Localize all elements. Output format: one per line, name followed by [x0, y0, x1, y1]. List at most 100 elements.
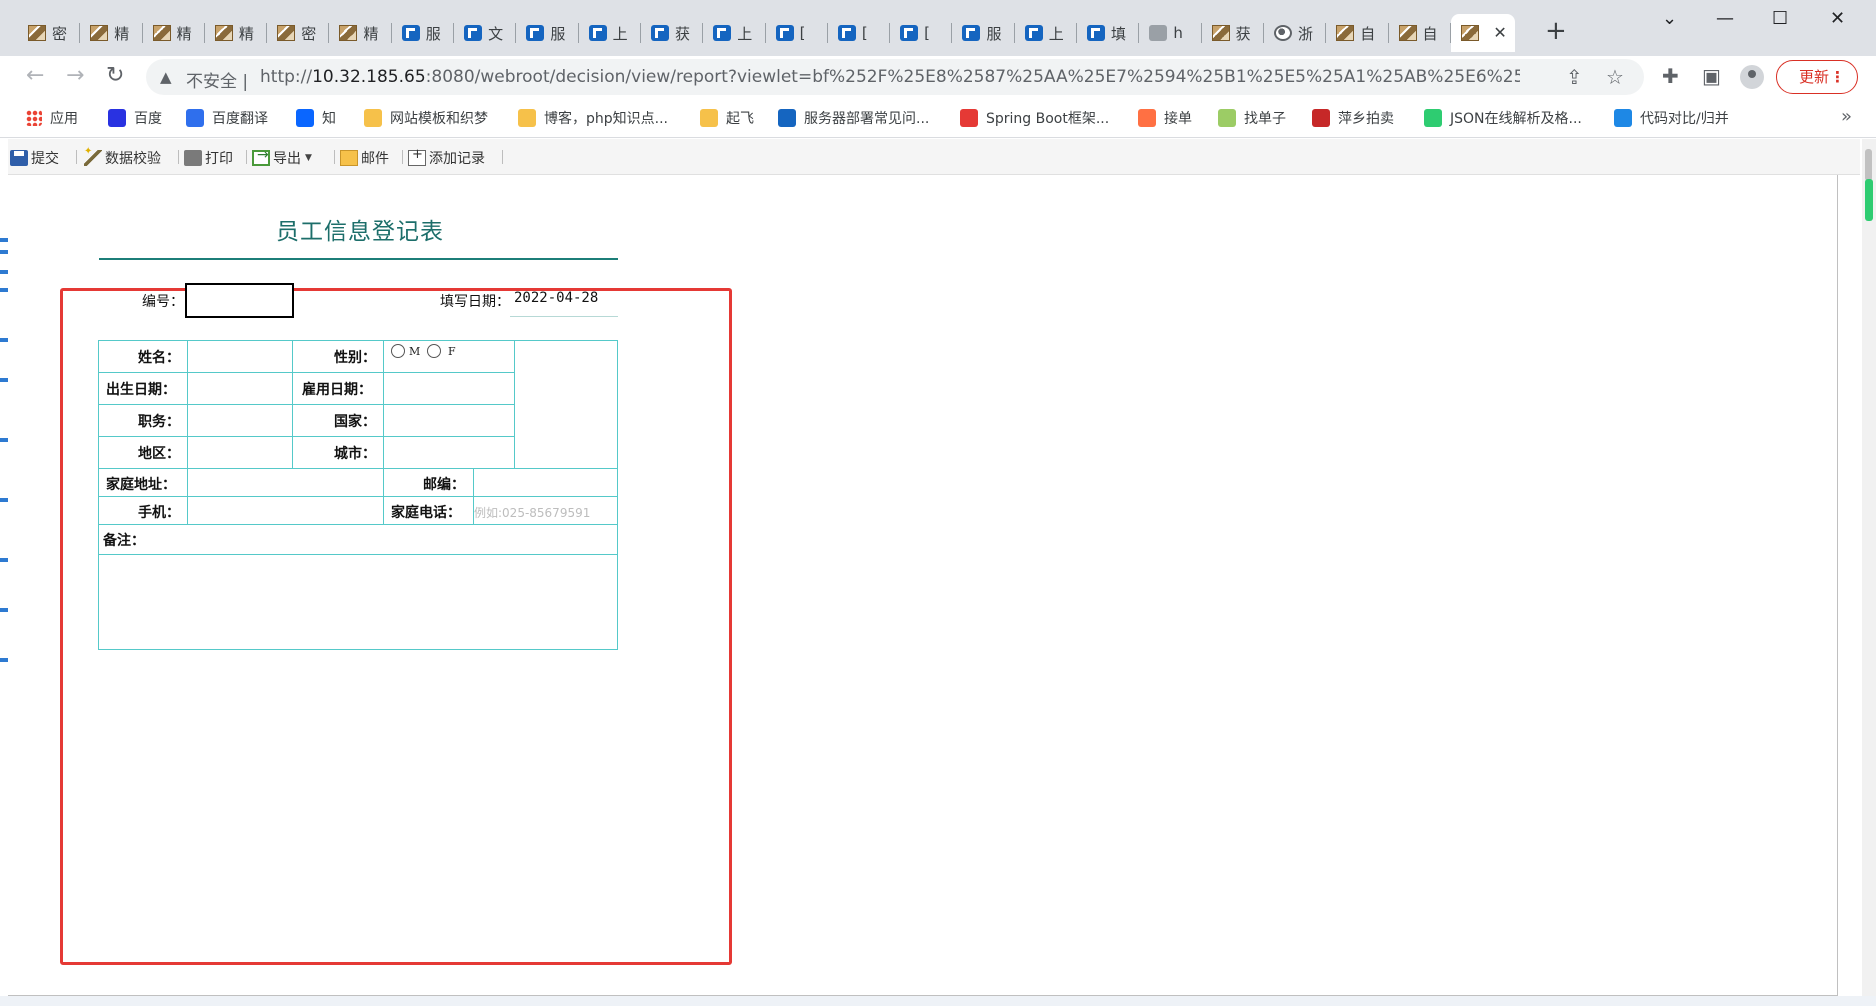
maximize-button[interactable]: ☐ — [1772, 8, 1788, 29]
submit-label: 提交 — [31, 151, 59, 167]
gender-radio-f[interactable] — [427, 344, 441, 358]
browser-tab[interactable]: h — [1139, 14, 1202, 52]
bookmark-item[interactable]: 知 — [296, 108, 336, 128]
browser-tab[interactable]: 精 — [205, 14, 268, 52]
address-bar[interactable]: ▲ 不安全 | http://10.32.185.65:8080/webroot… — [146, 59, 1644, 95]
remarks-field[interactable] — [99, 555, 617, 649]
url-text[interactable]: http://10.32.185.65:8080/webroot/decisio… — [260, 67, 1520, 87]
bookmark-item[interactable]: 找单子 — [1218, 108, 1286, 128]
browser-tab[interactable]: 获 — [1202, 14, 1264, 52]
browser-tab[interactable]: 填 — [1077, 14, 1140, 52]
bookmark-item[interactable]: 应用 — [26, 108, 78, 128]
tab-title: 自 — [1360, 24, 1376, 43]
browser-tab[interactable]: 浙 — [1264, 14, 1327, 52]
browser-tab[interactable]: 上 — [703, 14, 766, 52]
birth-date-field[interactable] — [188, 373, 292, 404]
browser-tab[interactable]: 文 — [454, 14, 517, 52]
browser-tab[interactable]: 获 — [641, 14, 704, 52]
browser-tab[interactable]: 密 — [267, 14, 330, 52]
bookmark-item[interactable]: 起飞 — [700, 108, 754, 128]
bookmark-label: 起飞 — [726, 111, 754, 127]
validate-button[interactable]: 数据校验 — [84, 146, 161, 168]
browser-tab[interactable]: 自 — [1389, 14, 1451, 52]
bookmark-item[interactable]: 服务器部署常见问... — [778, 108, 929, 128]
code-input[interactable] — [185, 283, 294, 318]
bookmark-item[interactable]: 代码对比/归并 — [1614, 108, 1729, 128]
postcode-field[interactable] — [474, 469, 617, 496]
hire-date-field[interactable] — [384, 373, 514, 404]
mail-button[interactable]: 邮件 — [340, 148, 389, 168]
close-tab-icon[interactable]: ✕ — [1493, 23, 1506, 42]
add-record-button[interactable]: 添加记录 — [408, 147, 485, 168]
back-button[interactable]: ← — [26, 64, 44, 88]
browser-tab[interactable]: 服 — [952, 14, 1015, 52]
share-icon[interactable]: ⇪ — [1566, 65, 1583, 89]
bookmark-item[interactable]: 百度 — [108, 108, 162, 128]
name-field[interactable] — [188, 341, 292, 372]
country-field[interactable] — [384, 405, 514, 436]
scrollbar-thumb[interactable] — [1865, 149, 1872, 181]
browser-tab[interactable]: [ — [766, 14, 828, 52]
zhihu-icon — [296, 109, 314, 127]
bookmark-item[interactable]: 百度翻译 — [186, 108, 268, 128]
extensions-icon[interactable]: ✚ — [1662, 64, 1679, 88]
browser-tab[interactable]: 自 — [1326, 14, 1389, 52]
minimize-button[interactable]: — — [1716, 8, 1734, 29]
browser-tab[interactable]: 精 — [143, 14, 205, 52]
side-panel-icon[interactable]: ▣ — [1702, 64, 1721, 88]
browser-tab[interactable]: [ — [890, 14, 953, 52]
browser-tab[interactable]: 服 — [516, 14, 579, 52]
forward-button[interactable]: → — [66, 64, 84, 88]
mobile-field[interactable] — [188, 497, 383, 524]
submit-button[interactable]: 提交 — [10, 148, 59, 168]
image-icon — [1460, 25, 1479, 41]
browser-tab[interactable]: 精 — [80, 14, 143, 52]
browser-tab[interactable]: 密 — [18, 14, 81, 52]
globe-icon — [1273, 25, 1292, 41]
city-field[interactable] — [384, 437, 514, 468]
browser-tab[interactable]: 上 — [579, 14, 641, 52]
security-label[interactable]: 不安全 | — [186, 67, 248, 92]
bookmark-star-icon[interactable]: ☆ — [1606, 65, 1624, 89]
photo-cell[interactable] — [515, 341, 617, 468]
folder-icon — [518, 109, 536, 127]
update-button[interactable]: 更新 ⋮ — [1776, 60, 1858, 94]
new-tab-button[interactable]: + — [1545, 17, 1567, 45]
gender-radio-m[interactable] — [391, 344, 405, 358]
add-record-icon — [408, 147, 426, 166]
bookmark-item[interactable]: JSON在线解析及格... — [1424, 108, 1582, 128]
tab-search-icon[interactable]: ⌄ — [1662, 8, 1677, 29]
tab-title: [ — [861, 24, 868, 42]
folder-icon — [700, 109, 718, 127]
home-phone-label: 家庭电话： — [391, 505, 461, 521]
print-button[interactable]: 打印 — [184, 148, 233, 168]
browser-tab-active[interactable]: ✕ — [1450, 14, 1515, 52]
fill-date-value[interactable]: 2022-04-28 — [514, 290, 598, 306]
window-close-button[interactable]: ✕ — [1830, 8, 1845, 29]
bookmark-item[interactable]: 萍乡拍卖 — [1312, 108, 1394, 128]
reload-button[interactable]: ↻ — [106, 64, 124, 88]
browser-tab[interactable]: 上 — [1015, 14, 1078, 52]
position-field[interactable] — [188, 405, 292, 436]
birth-date-label: 出生日期： — [106, 382, 176, 398]
bookmark-item[interactable]: Spring Boot框架... — [960, 108, 1109, 128]
bookmark-label: 知 — [322, 111, 336, 127]
region-field[interactable] — [188, 437, 292, 468]
finereport-icon — [775, 25, 794, 41]
bookmark-item[interactable]: 博客，php知识点... — [518, 108, 668, 128]
gender-option-f: F — [448, 345, 456, 358]
warning-icon[interactable]: ▲ — [160, 68, 172, 86]
browser-tab[interactable]: [ — [828, 14, 891, 52]
more-menu-icon[interactable]: ⋮ — [1830, 61, 1845, 93]
bookmark-item[interactable]: 接单 — [1138, 108, 1192, 128]
tab-title: 精 — [176, 24, 192, 43]
browser-tab[interactable]: 精 — [329, 14, 392, 52]
tab-title: 精 — [114, 24, 130, 43]
browser-tab[interactable]: 服 — [392, 14, 455, 52]
bookmarks-overflow-icon[interactable]: » — [1841, 106, 1852, 127]
home-address-field[interactable] — [188, 469, 383, 496]
bookmark-item[interactable]: 网站模板和织梦 — [364, 108, 488, 128]
profile-avatar-icon[interactable] — [1740, 65, 1764, 89]
vertical-scrollbar[interactable] — [1862, 139, 1876, 996]
export-button[interactable]: 导出 ▼ — [252, 147, 312, 168]
